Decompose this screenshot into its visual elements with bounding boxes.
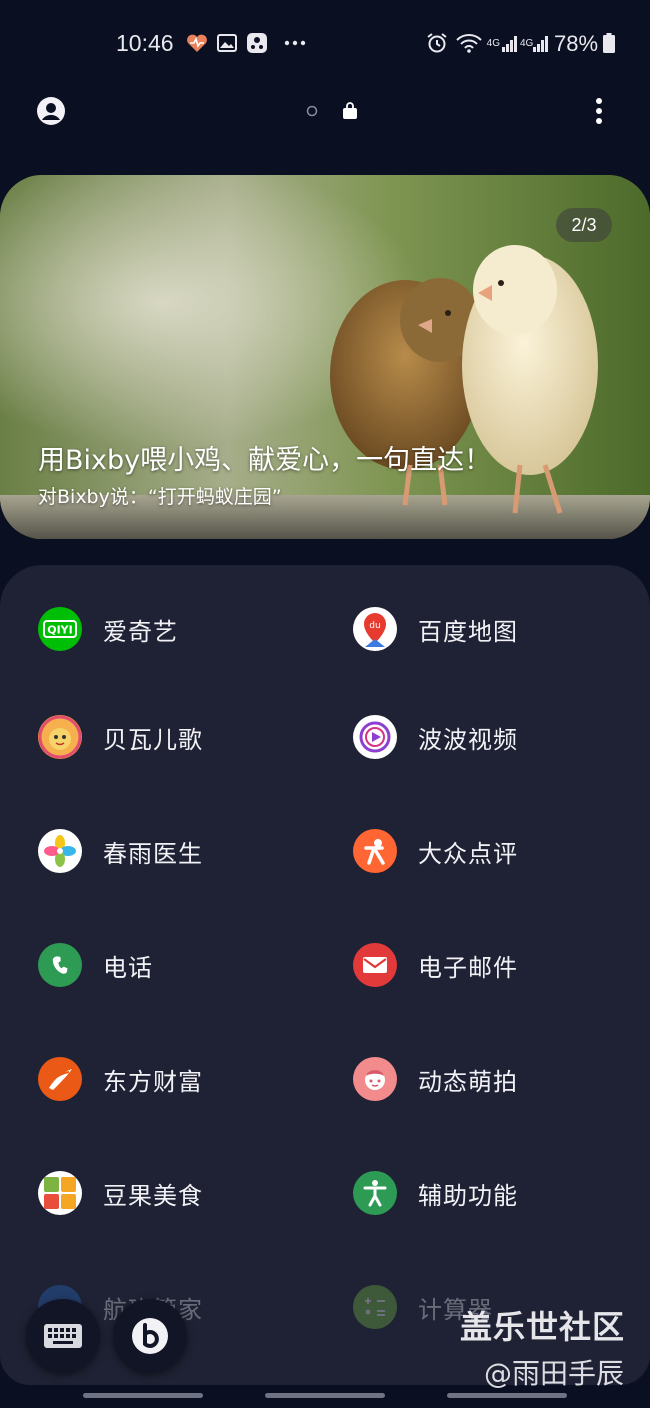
app-label: 动态萌拍	[418, 1067, 518, 1096]
alarm-icon	[426, 32, 448, 54]
app-item-email[interactable]: 电子邮件	[353, 935, 518, 995]
app-item-dongtai-mengpai[interactable]: 动态萌拍	[353, 1049, 518, 1109]
app-label: 豆果美食	[103, 1181, 203, 1210]
app-label: 电子邮件	[418, 953, 518, 982]
app-label: 百度地图	[418, 617, 518, 646]
baidu-map-icon: du	[353, 607, 397, 651]
app-label: 东方财富	[103, 1067, 203, 1096]
nav-pill-center[interactable]	[265, 1393, 385, 1398]
phone-icon	[38, 943, 82, 987]
chunyu-icon	[38, 829, 82, 873]
status-time: 10:46	[116, 30, 174, 56]
watermark-community: 盖乐世社区	[460, 1308, 626, 1346]
status-bar: 10:46 4G 4G 78%	[0, 0, 650, 88]
app-item-baidu-map[interactable]: du 百度地图	[353, 599, 518, 659]
banner-subtitle: 对Bixby说：“打开蚂蚁庄园”	[38, 486, 282, 508]
beva-icon	[38, 715, 82, 759]
app-list-panel: QIYI 爱奇艺 du 百度地图 贝瓦儿歌 波波视频 春雨医生 大众点评 电话 …	[0, 565, 650, 1385]
accessibility-icon	[353, 1171, 397, 1215]
dianping-icon	[353, 829, 397, 873]
svg-text:du: du	[369, 621, 380, 631]
app-item-phone[interactable]: 电话	[38, 935, 153, 995]
app-label: 贝瓦儿歌	[103, 725, 203, 754]
page-indicator-dot[interactable]	[306, 105, 318, 117]
promo-banner[interactable]: 2/3 用Bixby喂小鸡、献爱心，一句直达！ 对Bixby说：“打开蚂蚁庄园”	[0, 175, 650, 539]
more-notifications-icon	[283, 32, 307, 54]
app-label: 波波视频	[418, 725, 518, 754]
gallery-icon	[216, 32, 238, 54]
app-item-chunyu[interactable]: 春雨医生	[38, 821, 203, 881]
svg-text:QIYI: QIYI	[47, 624, 73, 637]
signal-icon: 4G 4G	[486, 32, 550, 54]
bobo-video-icon	[353, 715, 397, 759]
iqiyi-icon: QIYI	[38, 607, 82, 651]
network-label-2: 4G	[520, 37, 534, 49]
network-label: 4G	[486, 37, 500, 49]
eastmoney-icon	[38, 1057, 82, 1101]
app-item-beva[interactable]: 贝瓦儿歌	[38, 707, 203, 767]
battery-icon	[602, 32, 616, 54]
watermark-author: @雨田手辰	[484, 1357, 625, 1390]
app-item-accessibility[interactable]: 辅助功能	[353, 1163, 518, 1223]
banner-page-counter: 2/3	[556, 208, 612, 242]
app-item-eastmoney[interactable]: 东方财富	[38, 1049, 203, 1109]
app-label: 爱奇艺	[103, 617, 178, 646]
health-icon	[186, 32, 208, 54]
email-icon	[353, 943, 397, 987]
app-item-bobo-video[interactable]: 波波视频	[353, 707, 518, 767]
profile-icon[interactable]	[36, 96, 66, 126]
game-launcher-icon	[245, 32, 269, 54]
keyboard-button[interactable]	[26, 1299, 100, 1373]
app-item-dianping[interactable]: 大众点评	[353, 821, 518, 881]
banner-title: 用Bixby喂小鸡、献爱心，一句直达！	[38, 445, 492, 476]
bixby-icon	[132, 1318, 168, 1354]
app-item-iqiyi[interactable]: QIYI 爱奇艺	[38, 599, 178, 659]
app-label: 大众点评	[418, 839, 518, 868]
app-item-douguo[interactable]: 豆果美食	[38, 1163, 203, 1223]
dongtai-mengpai-icon	[353, 1057, 397, 1101]
bixby-voice-button[interactable]	[113, 1299, 187, 1373]
top-bar	[0, 88, 650, 136]
calculator-icon	[353, 1285, 397, 1329]
wifi-icon	[455, 32, 483, 54]
keyboard-icon	[44, 1324, 82, 1348]
bag-icon[interactable]	[341, 101, 359, 121]
app-label: 辅助功能	[418, 1181, 518, 1210]
nav-pill-right[interactable]	[447, 1393, 567, 1398]
douguo-icon	[38, 1171, 82, 1215]
more-vertical-icon[interactable]	[588, 96, 610, 126]
app-label: 电话	[103, 953, 153, 982]
nav-pill-left[interactable]	[83, 1393, 203, 1398]
app-label: 春雨医生	[103, 839, 203, 868]
battery-percentage: 78%	[554, 31, 599, 56]
